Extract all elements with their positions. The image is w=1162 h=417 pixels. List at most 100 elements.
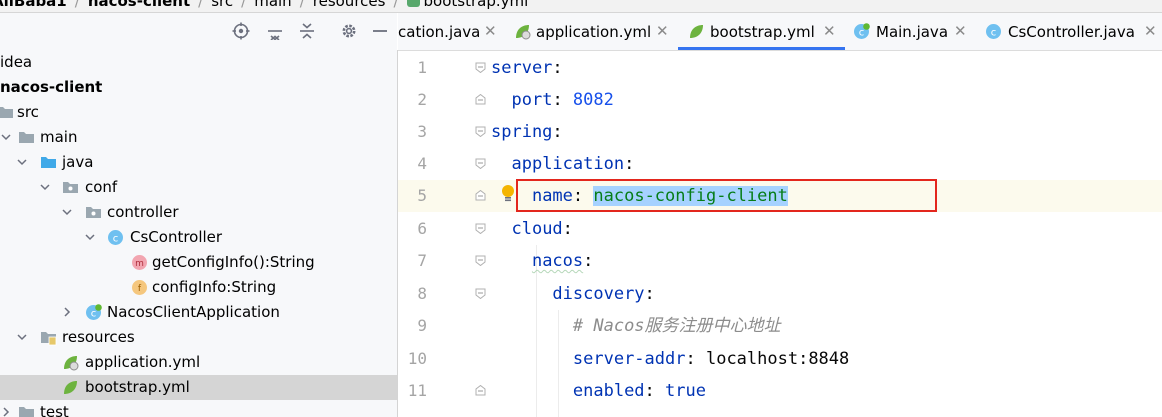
yaml-separator: : [552,90,573,110]
fold-icon[interactable] [475,62,486,73]
tree-row-idea[interactable]: idea [0,50,397,75]
code-text: port: 8082 [491,88,614,112]
fold-icon[interactable] [475,223,486,234]
fold-icon[interactable] [475,255,486,266]
yaml-key: server-addr [572,349,686,369]
tree-row-main[interactable]: main [0,125,397,150]
svg-text:m: m [135,259,144,269]
tree-row-java[interactable]: java [0,150,397,175]
breadcrumb-separator: / [198,0,204,10]
chevron-down-icon[interactable] [61,206,73,218]
breadcrumb-separator: / [74,0,80,10]
code-line: 2 port: 8082 [398,84,1162,116]
chevron-right-icon[interactable] [0,406,12,417]
close-icon[interactable]: ✕ [954,24,967,39]
yaml-value: 8082 [572,90,614,110]
tree-row-getconfiginfo[interactable]: m getConfigInfo():String [0,250,397,275]
yaml-key: spring [491,122,553,142]
tree-row-controller[interactable]: controller [0,200,397,225]
tree-row-configinfo[interactable]: f configInfo:String [0,275,397,300]
gear-icon[interactable] [340,22,358,40]
svg-text:c: c [91,309,97,320]
tab-label: Main.java [876,23,949,41]
fold-end-icon[interactable] [475,190,486,201]
tree-node-label: conf [85,178,118,196]
tree-node-label: test [40,403,69,417]
lightbulb-icon[interactable] [500,184,516,204]
code-line: 11 enabled: true [398,375,1162,407]
tree-row-src[interactable]: src [0,100,397,125]
yaml-separator: : [552,58,563,78]
chevron-down-icon[interactable] [16,331,28,343]
breadcrumb-item-resources[interactable]: resources [313,0,386,11]
tree-row-test[interactable]: test [0,400,397,417]
breadcrumb-item-file[interactable]: bootstrap.yml [424,0,529,11]
close-icon[interactable]: ✕ [1144,24,1157,39]
code-line: 3 spring: [398,116,1162,148]
tree-row-resources[interactable]: resources [0,325,397,350]
method-icon: m [132,255,147,270]
breadcrumb-item-project[interactable]: AliBaba1 [0,0,67,11]
chevron-down-icon[interactable] [0,131,12,143]
tab-application-yml[interactable]: application.yml ✕ [508,13,678,50]
locate-icon[interactable] [232,22,250,40]
yaml-value: true [665,381,706,401]
code-text: spring: [491,120,563,144]
folder-icon [19,407,34,417]
tab-main-java[interactable]: c Main.java ✕ [845,13,975,50]
code-line: 9 # Nacos服务注册中心地址 [398,310,1162,342]
fold-icon[interactable] [475,126,486,137]
tree-node-label: src [17,103,39,121]
tab-label: CsController.java [1008,23,1135,41]
tab-bootstrap-yml[interactable]: bootstrap.yml ✕ [678,13,845,50]
breadcrumb: AliBaba1 / nacos-client / src / main / resources… [0,0,1162,13]
fold-icon[interactable] [475,158,486,169]
resources-folder-icon [41,332,57,346]
yaml-separator: : [552,122,563,142]
source-folder-icon [41,157,56,168]
field-icon: f [132,280,147,295]
minimize-icon[interactable] [371,22,389,40]
tree-node-label: bootstrap.yml [85,378,190,396]
folder-icon [0,107,13,118]
tree-node-label: configInfo:String [152,278,277,296]
tree-row-bootstrap-yml[interactable]: bootstrap.yml [0,375,397,400]
breadcrumb-item-main[interactable]: main [254,0,291,11]
breadcrumb-item-src[interactable]: src [211,0,233,11]
tree-row-nacosclientapplication[interactable]: c NacosClientApplication [0,300,397,325]
tree-row-nacos-client[interactable]: nacos-client [0,75,397,100]
fold-icon[interactable] [475,288,486,299]
yaml-key: nacos [531,251,584,271]
chevron-down-icon[interactable] [16,156,28,168]
line-number: 5 [417,186,427,205]
code-text: cloud: [491,217,572,241]
close-icon[interactable]: ✕ [484,24,497,39]
line-number: 9 [417,316,427,335]
chevron-right-icon[interactable] [61,306,73,318]
tree-node-label: idea [0,53,33,71]
code-text: application: [491,152,634,176]
tree-node-label: getConfigInfo():String [152,253,315,271]
breadcrumb-item-module[interactable]: nacos-client [88,0,190,11]
close-icon[interactable]: ✕ [656,24,669,39]
tab-cscontroller-java[interactable]: c CsController.java ✕ [975,13,1162,50]
spring-yml-icon [64,381,77,394]
tab-cation-java[interactable]: cation.java ✕ [398,13,508,50]
code-editor[interactable]: 1 server: 2 port: 8082 3 spring: 4 appli… [398,51,1162,417]
collapse-all-icon[interactable] [298,22,316,40]
close-icon[interactable]: ✕ [823,24,836,39]
tab-label: application.yml [536,23,652,41]
tree-node-label: controller [107,203,179,221]
code-text: nacos: [491,249,593,273]
fold-end-icon[interactable] [475,94,486,105]
expand-all-icon[interactable] [266,22,284,40]
tree-row-application-yml[interactable]: application.yml [0,350,397,375]
tree-row-conf[interactable]: conf [0,175,397,200]
chevron-down-icon[interactable] [84,231,96,243]
code-line: 6 cloud: [398,213,1162,245]
tree-row-cscontroller[interactable]: c CsController [0,225,397,250]
yaml-separator: : [583,251,594,271]
chevron-down-icon[interactable] [39,181,51,193]
fold-end-icon[interactable] [475,385,486,396]
spring-yml-icon [516,25,531,40]
